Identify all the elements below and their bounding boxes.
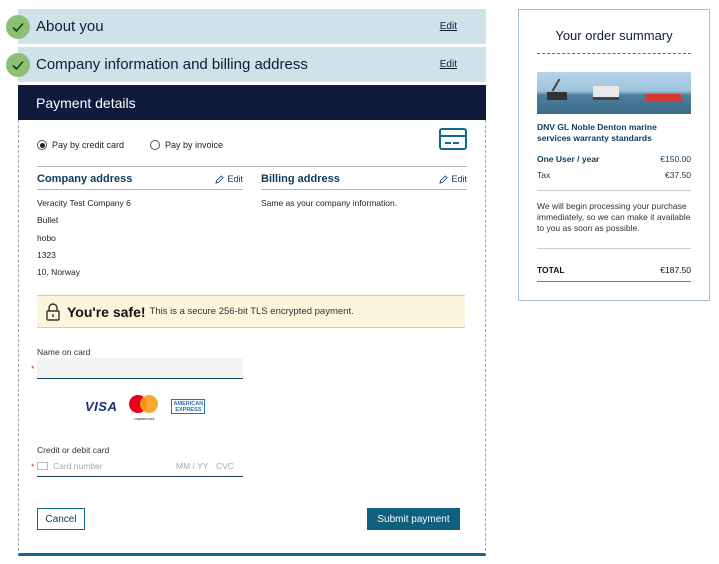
card-expiry-input[interactable]: MM / YY [176, 461, 216, 471]
billing-address-text: Same as your company information. [261, 198, 398, 208]
total-label: TOTAL [537, 265, 565, 275]
total-row: TOTAL €187.50 [537, 265, 691, 282]
total-price: €187.50 [660, 265, 691, 275]
item-price: €150.00 [660, 154, 691, 164]
step-title: About you [36, 18, 104, 35]
card-placeholder-icon [37, 462, 48, 470]
checkmark-icon [6, 14, 30, 39]
card-number-input[interactable]: Card number [53, 461, 176, 471]
address-line: 10, Norway [37, 267, 80, 278]
tax-row: Tax €37.50 [537, 170, 691, 186]
amex-logo: AMERICAN EXPRESS [171, 398, 206, 414]
line-item: One User / year €150.00 [537, 154, 691, 164]
edit-company-info-link[interactable]: Edit [440, 59, 457, 70]
payment-method-options: Pay by credit card Pay by invoice [37, 140, 223, 150]
required-marker: * [31, 364, 35, 374]
tax-price: €37.50 [665, 170, 691, 180]
card-input[interactable]: Card number MM / YY CVC [37, 456, 243, 477]
radio-label: Pay by credit card [52, 140, 125, 150]
step-about-you: About you Edit [6, 9, 486, 44]
name-on-card-label: Name on card [37, 347, 91, 357]
edit-label: Edit [227, 174, 243, 184]
credit-card-icon [439, 128, 467, 150]
card-brand-logos: VISA mastercard AMERICAN EXPRESS [85, 393, 206, 421]
edit-about-you-link[interactable]: Edit [440, 21, 457, 32]
step-title: Company information and billing address [36, 56, 308, 73]
company-address-section: Company address Edit Veracity Test Compa… [37, 173, 243, 284]
radio-label: Pay by invoice [165, 140, 224, 150]
radio-selected[interactable] [37, 140, 47, 150]
secure-title: You're safe! [67, 303, 146, 320]
payment-details-header: Payment details [18, 85, 486, 120]
address-line: hobo [37, 232, 56, 243]
card-label: Credit or debit card [37, 445, 110, 455]
address-line: 1323 [37, 249, 56, 260]
submit-payment-button[interactable]: Submit payment [367, 508, 460, 530]
pencil-icon [439, 174, 449, 184]
edit-billing-address-button[interactable]: Edit [439, 174, 467, 184]
name-on-card-input[interactable] [37, 358, 243, 379]
divider [537, 248, 691, 249]
processing-note: We will begin processing your purchase i… [537, 201, 691, 233]
pencil-icon [215, 174, 225, 184]
required-marker: * [31, 462, 35, 472]
payment-panel: Pay by credit card Pay by invoice Compan… [18, 120, 486, 556]
billing-address-title: Billing address [261, 173, 340, 185]
product-image [537, 72, 691, 114]
pay-by-invoice-radio[interactable]: Pay by invoice [150, 140, 223, 150]
company-address-title: Company address [37, 173, 133, 185]
billing-address-section: Billing address Edit Same as your compan… [261, 173, 467, 215]
order-summary: Your order summary DNV GL Noble Denton m… [518, 9, 710, 301]
mastercard-logo: mastercard [129, 393, 159, 421]
radio-unselected[interactable] [150, 140, 161, 150]
step-company-info: Company information and billing address … [6, 47, 486, 82]
edit-company-address-button[interactable]: Edit [215, 174, 243, 184]
cancel-button[interactable]: Cancel [37, 508, 85, 530]
tax-label: Tax [537, 170, 551, 180]
secure-text: This is a secure 256-bit TLS encrypted p… [149, 306, 354, 317]
visa-logo: VISA [85, 398, 118, 414]
product-name: DNV GL Noble Denton marine services warr… [537, 122, 657, 143]
pay-by-credit-card-radio[interactable]: Pay by credit card [37, 140, 124, 150]
checkmark-icon [6, 52, 30, 77]
card-cvc-input[interactable]: CVC [216, 461, 234, 471]
address-line: Veracity Test Company 6 [37, 198, 131, 208]
secure-payment-notice: You're safe! This is a secure 256-bit TL… [37, 295, 465, 328]
item-label: One User / year [537, 154, 600, 164]
order-summary-title: Your order summary [537, 28, 691, 54]
address-line: Bullet [37, 215, 59, 226]
edit-label: Edit [451, 174, 467, 184]
divider [37, 166, 467, 167]
company-address-lines: Veracity Test Company 6 Bullet hobo 1323… [37, 198, 243, 284]
divider [537, 190, 691, 191]
lock-icon [46, 302, 60, 321]
